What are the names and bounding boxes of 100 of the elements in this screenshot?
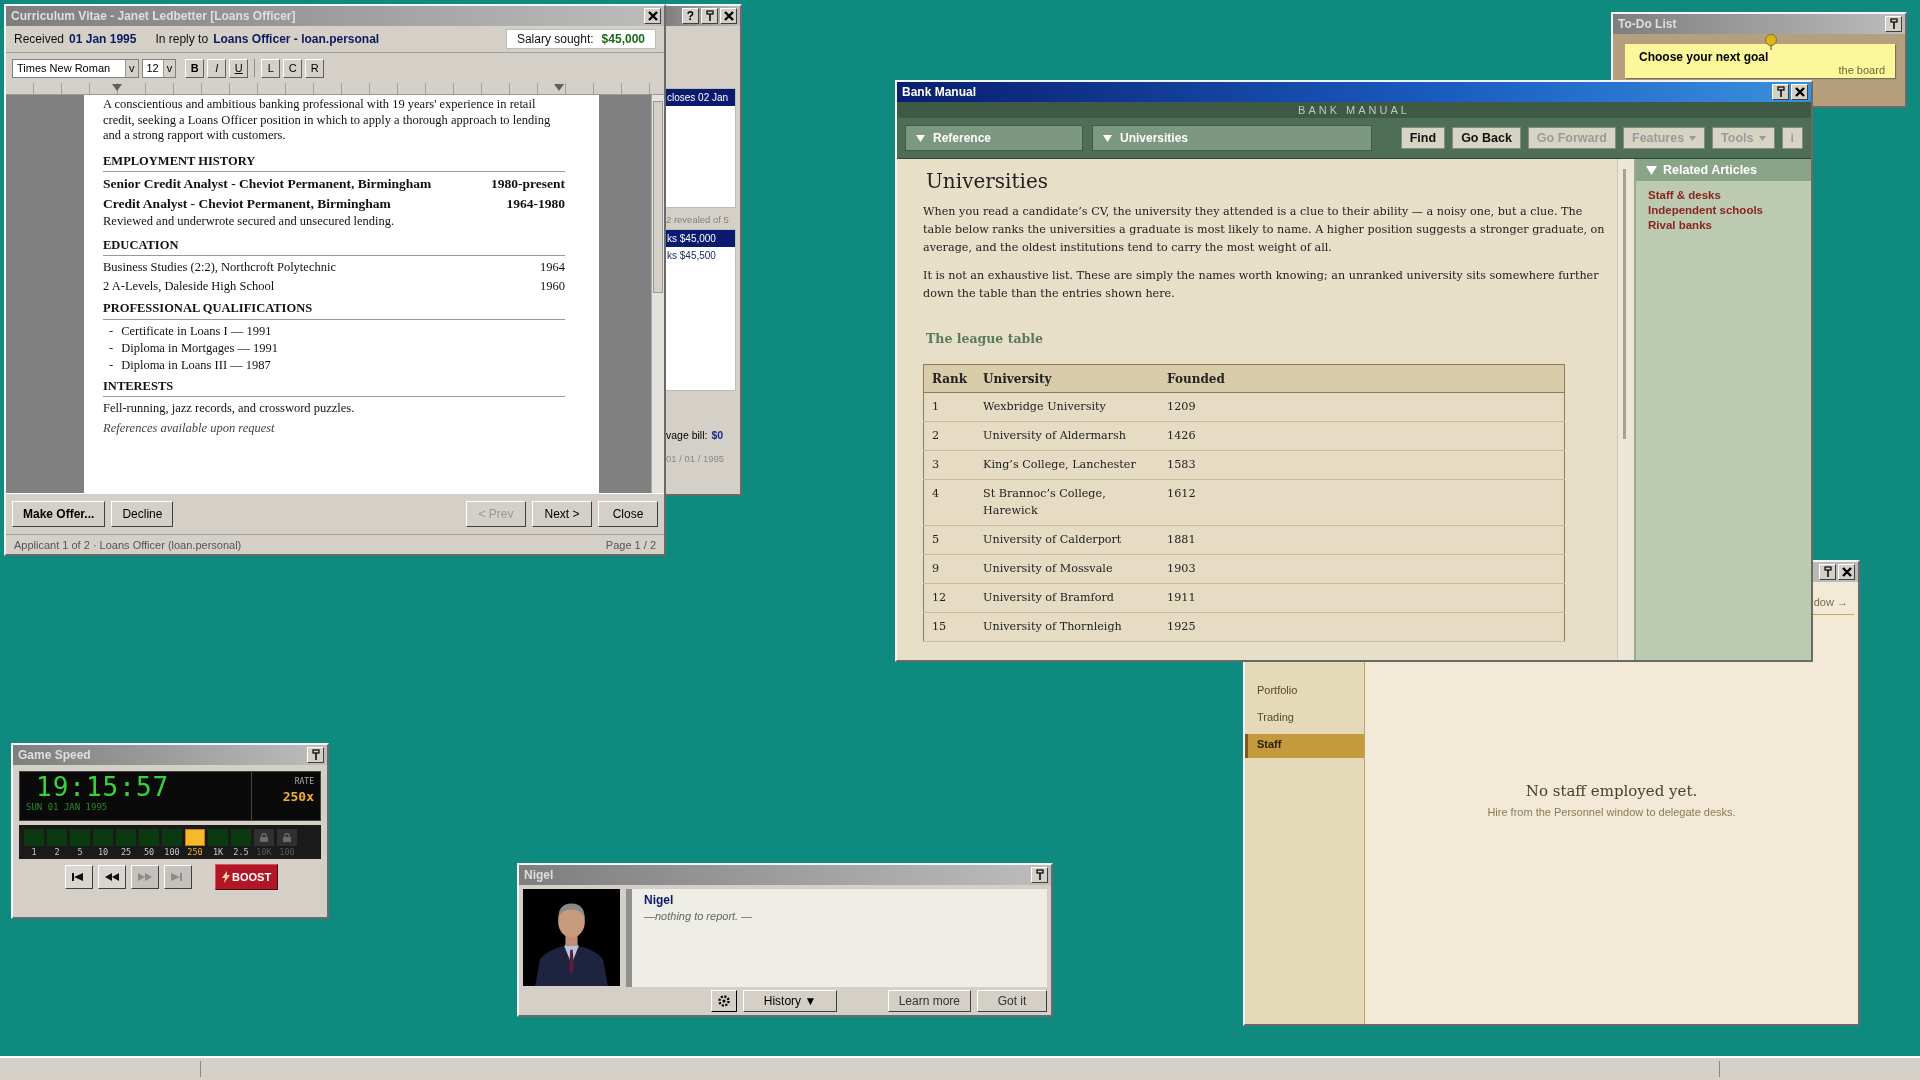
table-cell: King’s College, Lanchester bbox=[975, 450, 1160, 480]
pushpin-icon bbox=[1765, 34, 1777, 50]
article-link[interactable]: Rival banks bbox=[1648, 219, 1799, 231]
link[interactable]: dow → bbox=[1813, 596, 1848, 608]
close-button[interactable] bbox=[720, 8, 737, 24]
table-cell: 1583 bbox=[1159, 450, 1565, 480]
table-cell: 1911 bbox=[1159, 583, 1565, 613]
footer-note: References available upon request bbox=[103, 420, 276, 436]
toolbar-button[interactable]: Go Back bbox=[1452, 127, 1521, 149]
close-button[interactable] bbox=[1791, 84, 1808, 100]
speed-label: 100 bbox=[279, 847, 295, 857]
sidebar-item[interactable]: Portfolio bbox=[1245, 680, 1364, 704]
table-cell: University of Thornleigh bbox=[975, 612, 1160, 642]
scroll-thumb[interactable] bbox=[1623, 169, 1626, 439]
section-heading: The league table bbox=[926, 331, 1044, 346]
speed-label: 2 bbox=[54, 847, 60, 857]
article-link[interactable]: Independent schools bbox=[1648, 204, 1799, 216]
qualification-entry: Diploma in Mortgages — 1991 bbox=[121, 340, 279, 356]
table-cell: 1881 bbox=[1159, 525, 1565, 555]
speed-label: 10 bbox=[97, 847, 109, 857]
action-button[interactable]: Close bbox=[598, 501, 658, 527]
pin-button[interactable] bbox=[1772, 84, 1789, 100]
pin-icon bbox=[309, 749, 322, 761]
align-left-button[interactable]: L bbox=[261, 58, 281, 78]
message-text: —nothing to report. — bbox=[644, 910, 754, 922]
align-right-button[interactable]: R bbox=[305, 58, 325, 78]
speed-label: 5 bbox=[77, 847, 83, 857]
table-cell: 2 bbox=[923, 421, 976, 451]
history-button[interactable]: History ▼ bbox=[743, 990, 837, 1012]
caret-icon bbox=[1103, 134, 1112, 142]
pin-icon bbox=[703, 10, 716, 22]
speed-step[interactable] bbox=[277, 829, 297, 846]
table-cell: University of Calderport bbox=[975, 525, 1160, 555]
salary-value: $45,000 bbox=[601, 32, 645, 46]
pin-button[interactable] bbox=[307, 747, 324, 763]
close-button[interactable] bbox=[644, 8, 661, 24]
received-date: 01 Jan 1995 bbox=[69, 32, 137, 46]
pin-button[interactable] bbox=[1031, 867, 1048, 883]
scroll-thumb[interactable] bbox=[653, 101, 663, 293]
caret-icon bbox=[1689, 135, 1697, 141]
close-button[interactable] bbox=[1838, 564, 1855, 580]
year-text: 1960 bbox=[540, 278, 565, 294]
sidebar-item[interactable]: Staff bbox=[1245, 734, 1364, 758]
transport-button[interactable] bbox=[98, 865, 126, 889]
window-title: To-Do List bbox=[1618, 17, 1677, 31]
scrollbar[interactable] bbox=[651, 95, 664, 493]
font-dropdown[interactable]: Times New Roman v bbox=[12, 58, 139, 78]
pin-icon bbox=[1033, 869, 1046, 881]
italic-button[interactable]: I bbox=[207, 58, 227, 78]
reply-label: In reply to bbox=[155, 32, 209, 46]
list-item[interactable]: ks $45,000 bbox=[666, 230, 735, 247]
empty-message: No staff employed yet. bbox=[1525, 781, 1698, 800]
speed-step[interactable] bbox=[254, 829, 274, 846]
section-heading: INTERESTS bbox=[103, 374, 565, 397]
align-center-button[interactable]: C bbox=[283, 58, 303, 78]
speed-label: 250 bbox=[187, 847, 203, 857]
size-dropdown[interactable]: 12 v bbox=[141, 58, 177, 78]
panel-title: Related Articles bbox=[1663, 163, 1758, 177]
scrollbar[interactable] bbox=[1617, 159, 1634, 660]
got-it-button[interactable]: Got it bbox=[977, 990, 1047, 1012]
speaker-name: Nigel bbox=[644, 893, 675, 907]
table-cell: 1426 bbox=[1159, 421, 1565, 451]
banner-title: BANK MANUAL bbox=[897, 102, 1811, 118]
section-heading: PROFESSIONAL QUALIFICATIONS bbox=[103, 297, 565, 320]
toolbar-button[interactable]: Find bbox=[1400, 127, 1446, 149]
close-icon bbox=[1840, 566, 1853, 578]
boost-button[interactable]: BOOST bbox=[215, 864, 279, 890]
table-cell: University of Mossvale bbox=[975, 554, 1160, 584]
article-link[interactable]: Staff & desks bbox=[1648, 189, 1799, 201]
action-button[interactable]: Make Offer... bbox=[12, 501, 106, 527]
learn-more-button[interactable]: Learn more bbox=[887, 990, 971, 1012]
action-button[interactable]: Decline bbox=[111, 501, 174, 527]
paragraph: When you read a candidate’s CV, the university they attended is a clue to their ability — a noisy one, but a clue. The table below ranks the universities a graduate is most likely to name. A higher position suggests a stronger graduate, on average, and the oldest institutions tend to carry the most weight of all. bbox=[923, 204, 1606, 256]
indent-marker-icon[interactable] bbox=[554, 84, 564, 91]
sidebar-item[interactable]: Trading bbox=[1245, 707, 1364, 731]
action-button[interactable]: Next > bbox=[532, 501, 592, 527]
close-icon bbox=[646, 10, 659, 22]
table-cell: 5 bbox=[923, 525, 976, 555]
sticky-note[interactable]: Choose your next goal the board bbox=[1625, 44, 1895, 78]
pin-button[interactable] bbox=[701, 8, 718, 24]
underline-button[interactable]: U bbox=[229, 58, 249, 78]
settings-button[interactable] bbox=[711, 990, 737, 1012]
fast-forward-icon bbox=[137, 872, 153, 882]
pin-button[interactable] bbox=[1819, 564, 1836, 580]
list-item[interactable]: closes 02 Jan bbox=[666, 89, 735, 106]
column-header: Founded bbox=[1159, 364, 1565, 393]
bold-button[interactable]: B bbox=[185, 58, 205, 78]
table-cell: St Brannoc’s College, Harewick bbox=[975, 479, 1160, 526]
indent-marker-icon[interactable] bbox=[112, 84, 122, 91]
revealed-count: 2 revealed of 5 bbox=[666, 213, 730, 227]
column-header: University bbox=[975, 364, 1160, 393]
help-button[interactable]: ? bbox=[682, 8, 699, 24]
rate-label: RATE bbox=[294, 777, 314, 786]
pin-button[interactable] bbox=[1885, 16, 1902, 32]
speed-label: 2.5 bbox=[233, 847, 249, 857]
window-title: Nigel bbox=[524, 868, 554, 882]
list-item[interactable]: ks $45,500 bbox=[666, 247, 735, 264]
transport-button[interactable] bbox=[65, 865, 93, 889]
lightning-icon bbox=[222, 871, 230, 883]
paragraph: It is not an exhaustive list. These are simply the names worth knowing; an unranked university sits somewhere further down the table than the entries shown here. bbox=[923, 268, 1600, 302]
